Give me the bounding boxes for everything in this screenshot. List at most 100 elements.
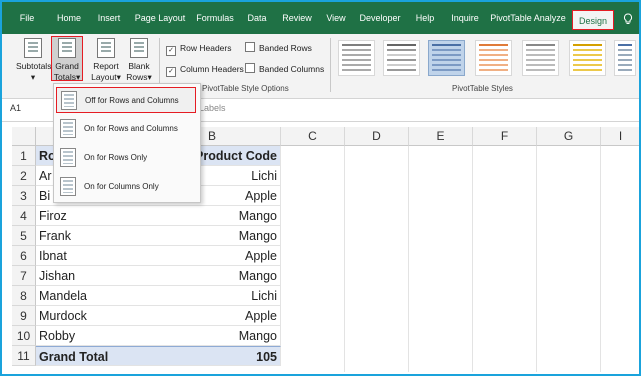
row-header[interactable]: 6 [12,246,36,266]
blank-rows-button[interactable]: Blank Rows▾ [124,38,154,83]
subtotals-icon [24,38,42,58]
report-layout-label-1: Report [93,61,119,71]
menu-item-on-for-rows-and-columns[interactable]: On for Rows and Columns [56,116,196,142]
tab-file[interactable]: File [12,2,42,34]
chevron-down-icon: ▾ [116,72,121,82]
row-header[interactable]: 1 [12,146,36,166]
tab-insert[interactable]: Insert [92,2,126,34]
tab-review[interactable]: Review [278,2,316,34]
row-header[interactable]: 8 [12,286,36,306]
menu-item-label: On for Rows Only [84,153,148,162]
tab-developer[interactable]: Developer [356,2,404,34]
grand-totals-button[interactable]: Grand Totals▾ [53,38,81,83]
report-layout-label-2: Layout [91,72,117,82]
col-header-d[interactable]: D [345,127,409,146]
grand-totals-off-icon [61,91,77,110]
tab-data[interactable]: Data [242,2,272,34]
pivot-style-swatch[interactable] [338,40,375,76]
table-cell[interactable]: Mango [144,326,281,346]
pivot-style-swatch[interactable] [475,40,512,76]
table-cell[interactable]: Lichi [144,286,281,306]
tab-home[interactable]: Home [52,2,86,34]
grand-totals-dropdown: Off for Rows and Columns On for Rows and… [53,83,201,203]
chevron-down-icon: ▾ [75,72,81,82]
blank-rows-icon [130,38,148,58]
table-cell[interactable]: Murdock [36,306,144,326]
grand-totals-on-icon [60,119,76,138]
lightbulb-icon[interactable] [620,2,636,34]
select-all-corner[interactable] [12,127,36,146]
tab-design[interactable]: Design [572,10,614,30]
pivot-style-swatch[interactable] [522,40,559,76]
grand-totals-label-1: Grand [55,61,79,71]
blank-rows-label-2: Rows [126,72,148,82]
menu-item-on-for-columns-only[interactable]: On for Columns Only [56,174,196,200]
excel-window: File Home Insert Page Layout Formulas Da… [0,0,641,376]
table-cell[interactable]: Ibnat [36,246,144,266]
table-cell[interactable]: Robby [36,326,144,346]
pivot-style-swatch[interactable] [569,40,606,76]
menu-item-on-for-rows-only[interactable]: On for Rows Only [56,145,196,171]
column-headers-checkbox[interactable]: ✓ Column Headers [166,63,244,77]
col-header-g[interactable]: G [537,127,601,146]
col-header-h-partial[interactable]: I [601,127,639,146]
style-options-group-label: PivotTable Style Options [202,84,289,93]
tab-pivottable-analyze[interactable]: PivotTable Analyze [490,2,566,34]
row-header[interactable]: 2 [12,166,36,186]
report-layout-icon [97,38,115,58]
menu-item-label: On for Rows and Columns [84,124,178,133]
table-cell[interactable]: Jishan [36,266,144,286]
col-header-c[interactable]: C [281,127,345,146]
report-layout-button[interactable]: Report Layout▾ [88,38,124,83]
subtotals-label: Subtotals [16,61,52,71]
column-headers-label: Column Headers [180,64,244,74]
table-cell[interactable]: Mango [144,226,281,246]
pivot-style-swatch[interactable] [383,40,420,76]
styles-group-label: PivotTable Styles [452,84,513,93]
ribbon-tab-bar: File Home Insert Page Layout Formulas Da… [2,2,639,34]
pivot-style-swatch[interactable] [614,40,636,76]
grand-total-label[interactable]: Grand Total [36,346,144,366]
row-headers-label: Row Headers [180,43,232,53]
row-headers-checkbox[interactable]: ✓ Row Headers [166,42,232,56]
tab-page-layout[interactable]: Page Layout [132,2,188,34]
tab-help[interactable]: Help [410,2,440,34]
col-header-f[interactable]: F [473,127,537,146]
blank-rows-label-1: Blank [128,61,150,71]
banded-rows-label: Banded Rows [259,43,312,53]
menu-item-label: Off for Rows and Columns [85,96,179,105]
tab-view[interactable]: View [320,2,352,34]
name-box[interactable]: A1 [10,103,21,113]
chevron-down-icon: ▾ [147,72,152,82]
table-cell[interactable]: Mango [144,206,281,226]
table-cell[interactable]: Apple [144,246,281,266]
tab-inquire[interactable]: Inquire [446,2,484,34]
grand-totals-columns-icon [60,177,76,196]
row-header[interactable]: 4 [12,206,36,226]
row-header[interactable]: 3 [12,186,36,206]
chevron-down-icon: ▾ [30,72,36,82]
table-cell[interactable]: Firoz [36,206,144,226]
pivot-style-swatch-selected[interactable] [428,40,465,76]
tab-formulas[interactable]: Formulas [194,2,236,34]
row-header[interactable]: 10 [12,326,36,346]
col-header-e[interactable]: E [409,127,473,146]
menu-item-label: On for Columns Only [84,182,159,191]
row-header[interactable]: 7 [12,266,36,286]
grand-totals-label-2: Totals [53,72,76,82]
table-cell[interactable]: Mandela [36,286,144,306]
table-cell[interactable]: Apple [144,306,281,326]
row-header[interactable]: 5 [12,226,36,246]
grand-totals-icon [58,38,76,58]
table-cell[interactable]: Frank [36,226,144,246]
subtotals-button[interactable]: Subtotals ▾ [16,38,52,83]
row-header[interactable]: 9 [12,306,36,326]
menu-item-off-for-rows-and-columns[interactable]: Off for Rows and Columns [56,87,196,113]
grand-totals-rows-icon [60,148,76,167]
row-header[interactable]: 11 [12,346,36,366]
grand-total-value[interactable]: 105 [144,346,281,366]
table-cell[interactable]: Mango [144,266,281,286]
checkmark-icon: ✓ [166,67,176,77]
banded-columns-checkbox[interactable]: Banded Columns [245,63,324,75]
banded-rows-checkbox[interactable]: Banded Rows [245,42,312,54]
